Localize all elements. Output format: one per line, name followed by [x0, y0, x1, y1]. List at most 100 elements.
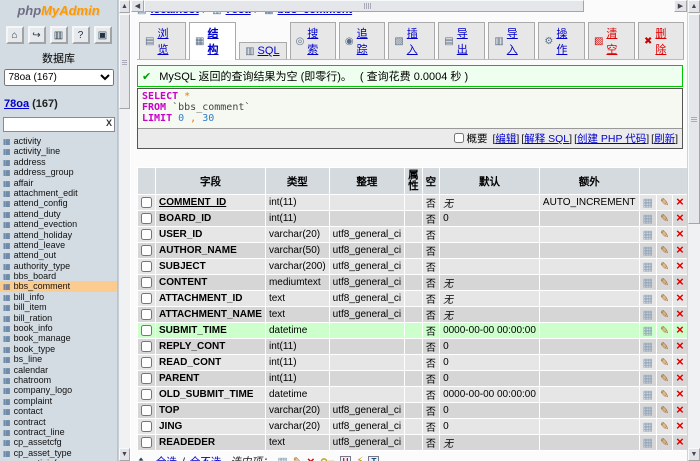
browse-values-icon[interactable]: ▦	[643, 373, 653, 385]
browse-values-icon[interactable]: ▦	[643, 277, 653, 289]
browse-values-icon[interactable]: ▦	[643, 309, 653, 321]
drop-x-icon[interactable]: ×	[676, 274, 684, 289]
drop-x-icon[interactable]: ×	[676, 354, 684, 369]
drop-x-icon[interactable]: ×	[676, 226, 684, 241]
drop-selected-icon[interactable]: ×	[307, 457, 315, 461]
tab[interactable]: ▤浏览	[139, 22, 186, 59]
clear-filter-icon[interactable]: X	[106, 118, 112, 128]
drop-x-icon[interactable]: ×	[676, 194, 684, 209]
sidebar-table-item[interactable]: ▦attend_out	[0, 250, 117, 260]
browse-values-icon[interactable]: ▦	[643, 293, 653, 305]
drop-x-icon[interactable]: ×	[676, 242, 684, 257]
row-checkbox[interactable]	[141, 229, 152, 240]
edit-pencil-icon[interactable]: ✎	[660, 373, 669, 385]
row-checkbox[interactable]	[141, 325, 152, 336]
database-select[interactable]: 78oa (167)	[4, 69, 114, 86]
browse-values-icon[interactable]: ▦	[643, 421, 653, 433]
tab[interactable]: ⚙操作	[538, 22, 585, 59]
tab[interactable]: ◎搜索	[290, 22, 336, 59]
unique-index-icon[interactable]: U	[340, 456, 352, 461]
home-button[interactable]: ⌂	[6, 26, 24, 44]
scroll-up-arrow[interactable]: ▲	[119, 0, 130, 13]
row-checkbox[interactable]	[141, 357, 152, 368]
browse-values-icon[interactable]: ▦	[643, 437, 653, 449]
sidebar-table-item[interactable]: ▦activity	[0, 136, 117, 146]
tab[interactable]: ▨清空	[588, 22, 635, 59]
sql-window-button[interactable]: ▥	[50, 26, 68, 44]
drop-x-icon[interactable]: ×	[676, 210, 684, 225]
scroll-down-arrow[interactable]: ▼	[119, 448, 130, 461]
edit-pencil-icon[interactable]: ✎	[660, 421, 669, 433]
row-checkbox[interactable]	[141, 341, 152, 352]
row-checkbox[interactable]	[141, 309, 152, 320]
sidebar-table-item[interactable]: ▦attend_evection	[0, 219, 117, 229]
sidebar-table-item[interactable]: ▦address_group	[0, 167, 117, 177]
scrollbar-thumb[interactable]	[119, 14, 130, 109]
sidebar-table-item[interactable]: ▦contract_line	[0, 427, 117, 437]
sidebar-table-item[interactable]: ▦attend_config	[0, 198, 117, 208]
edit-pencil-icon[interactable]: ✎	[660, 309, 669, 321]
tab[interactable]: ▤导出	[438, 22, 485, 59]
sidebar-table-item[interactable]: ▦bbs_comment	[0, 281, 117, 291]
drop-x-icon[interactable]: ×	[676, 434, 684, 449]
sidebar-table-item[interactable]: ▦bill_info	[0, 292, 117, 302]
database-link[interactable]: 78oa	[4, 98, 29, 110]
drop-x-icon[interactable]: ×	[676, 386, 684, 401]
check-all-link[interactable]: 全选	[156, 454, 177, 461]
sidebar-table-item[interactable]: ▦affair	[0, 178, 117, 188]
browse-values-icon[interactable]: ▦	[643, 357, 653, 369]
drop-x-icon[interactable]: ×	[676, 290, 684, 305]
edit-pencil-icon[interactable]: ✎	[660, 245, 669, 257]
drop-x-icon[interactable]: ×	[676, 418, 684, 433]
tab[interactable]: ✖删除	[638, 22, 684, 59]
row-checkbox[interactable]	[141, 277, 152, 288]
row-checkbox[interactable]	[141, 197, 152, 208]
sidebar-table-item[interactable]: ▦attend_duty	[0, 209, 117, 219]
drop-x-icon[interactable]: ×	[676, 322, 684, 337]
sidebar-table-item[interactable]: ▦calendar	[0, 365, 117, 375]
sidebar-table-item[interactable]: ▦bs_line	[0, 354, 117, 364]
browse-values-icon[interactable]: ▦	[643, 405, 653, 417]
sql-action-link[interactable]: 解释 SQL	[524, 133, 569, 145]
sidebar-table-item[interactable]: ▦activity_line	[0, 146, 117, 156]
edit-pencil-icon[interactable]: ✎	[660, 341, 669, 353]
change-selected-icon[interactable]: ✎	[293, 455, 302, 461]
sidebar-table-item[interactable]: ▦company_logo	[0, 385, 117, 395]
sidebar-table-item[interactable]: ▦authority_type	[0, 261, 117, 271]
scroll-down-arrow[interactable]: ▼	[688, 448, 700, 461]
browse-values-icon[interactable]: ▦	[643, 389, 653, 401]
tab[interactable]: ▥SQL	[239, 42, 286, 59]
sidebar-table-item[interactable]: ▦bill_item	[0, 302, 117, 312]
tab[interactable]: ▥导入	[488, 22, 535, 59]
browse-values-icon[interactable]: ▦	[643, 213, 653, 225]
drop-x-icon[interactable]: ×	[676, 258, 684, 273]
phpmyadmin-logo[interactable]: phpMyAdmin	[0, 3, 117, 18]
drop-x-icon[interactable]: ×	[676, 370, 684, 385]
query-window-button[interactable]: ▣	[94, 26, 112, 44]
docs-button[interactable]: ?	[72, 26, 90, 44]
table-filter-input[interactable]	[3, 117, 115, 132]
uncheck-all-link[interactable]: 全不选	[190, 454, 222, 461]
scroll-up-arrow[interactable]: ▲	[688, 0, 700, 13]
sidebar-table-item[interactable]: ▦cp_asset_type	[0, 448, 117, 458]
sidebar-table-item[interactable]: ▦chatroom	[0, 375, 117, 385]
sidebar-table-item[interactable]: ▦address	[0, 157, 117, 167]
sidebar-table-item[interactable]: ▦contact	[0, 406, 117, 416]
primary-key-icon[interactable]	[320, 457, 335, 461]
sidebar-table-item[interactable]: ▦book_manage	[0, 333, 117, 343]
sidebar-table-item[interactable]: ▦attend_leave	[0, 240, 117, 250]
row-checkbox[interactable]	[141, 293, 152, 304]
tab[interactable]: ▦结构	[189, 22, 236, 60]
sql-action-link[interactable]: 刷新	[654, 133, 675, 145]
row-checkbox[interactable]	[141, 405, 152, 416]
browse-values-icon[interactable]: ▦	[643, 229, 653, 241]
edit-pencil-icon[interactable]: ✎	[660, 357, 669, 369]
sql-action-link[interactable]: 编辑	[495, 133, 516, 145]
scroll-left-arrow[interactable]: ◀	[131, 0, 144, 12]
edit-pencil-icon[interactable]: ✎	[660, 293, 669, 305]
sidebar-table-item[interactable]: ▦book_type	[0, 344, 117, 354]
edit-pencil-icon[interactable]: ✎	[660, 325, 669, 337]
tab[interactable]: ◉追踪	[339, 22, 385, 59]
sidebar-table-item[interactable]: ▦cp_assetcfg	[0, 437, 117, 447]
row-checkbox[interactable]	[141, 437, 152, 448]
